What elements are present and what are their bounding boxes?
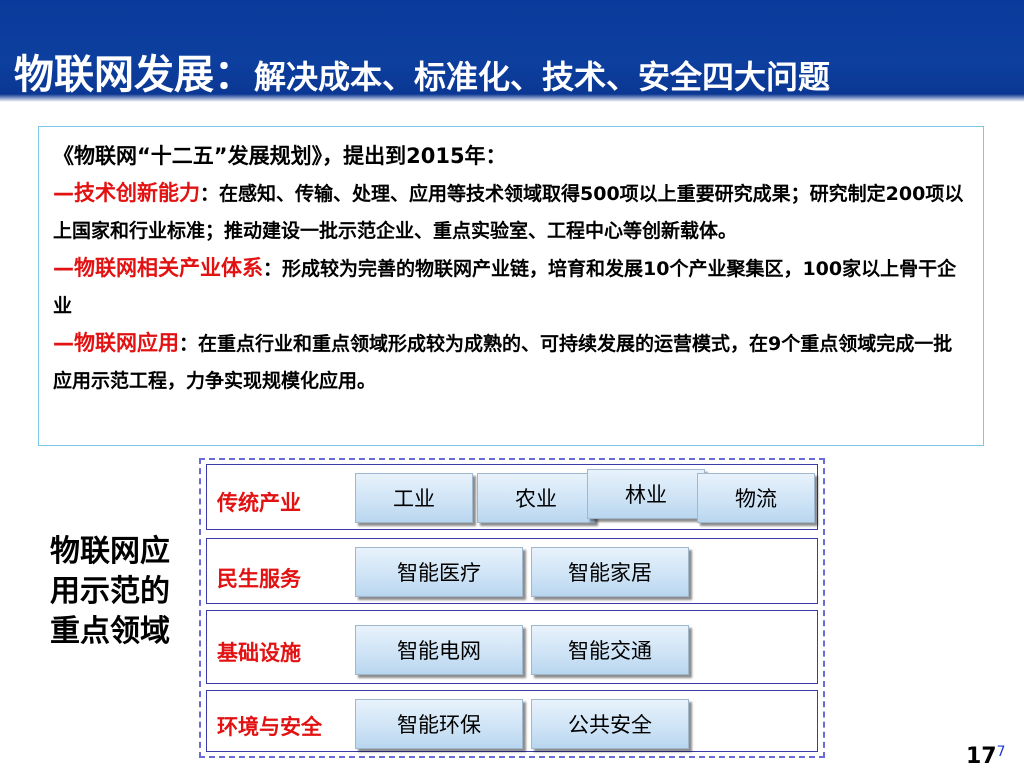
- page-number-sup: 7: [996, 744, 1006, 760]
- button-smart-home[interactable]: 智能家居: [531, 547, 689, 597]
- row-infrastructure: 基础设施 智能电网 智能交通: [206, 610, 818, 684]
- row-label: 民生服务: [217, 567, 301, 591]
- button-public-security[interactable]: 公共安全: [531, 699, 689, 749]
- plan-item-application: —物联网应用：在重点行业和重点领域形成较为成熟的、可持续发展的运营模式，在9个重…: [53, 325, 969, 400]
- plan-textbox: 《物联网“十二五”发展规划》，提出到2015年： —技术创新能力：在感知、传输、…: [38, 126, 984, 446]
- row-environment-security: 环境与安全 智能环保 公共安全: [206, 690, 818, 752]
- plan-item-heading: —物联网相关产业体系: [53, 256, 263, 280]
- page-number-main: 17: [966, 744, 997, 769]
- button-agriculture[interactable]: 农业: [477, 473, 595, 523]
- plan-item-body: ：在重点行业和重点领域形成较为成熟的、可持续发展的运营模式，在9个重点领域完成一…: [53, 333, 953, 392]
- slide-title: 物联网发展：解决成本、标准化、技术、安全四大问题: [14, 42, 830, 100]
- button-smart-medical[interactable]: 智能医疗: [355, 547, 523, 597]
- button-industry[interactable]: 工业: [355, 473, 473, 523]
- plan-item-industry: —物联网相关产业体系：形成较为完善的物联网产业链，培育和发展10个产业聚集区，1…: [53, 250, 969, 325]
- row-label: 传统产业: [217, 491, 301, 515]
- row-livelihood-services: 民生服务 智能医疗 智能家居: [206, 538, 818, 604]
- button-forestry[interactable]: 林业: [587, 469, 705, 519]
- side-label: 物联网应用示范的重点领域: [50, 534, 170, 649]
- button-logistics[interactable]: 物流: [697, 473, 815, 523]
- page-number: 177: [966, 744, 1006, 769]
- title-sub: 解决成本、标准化、技术、安全四大问题: [254, 58, 831, 96]
- plan-item-tech: —技术创新能力：在感知、传输、处理、应用等技术领域取得500项以上重要研究成果；…: [53, 175, 969, 250]
- plan-item-heading: —物联网应用: [53, 331, 179, 355]
- row-label: 基础设施: [217, 641, 301, 665]
- plan-item-heading: —技术创新能力: [53, 181, 200, 205]
- title-main: 物联网发展：: [14, 52, 254, 98]
- button-smart-traffic[interactable]: 智能交通: [531, 625, 689, 675]
- button-smart-grid[interactable]: 智能电网: [355, 625, 523, 675]
- title-bar: 物联网发展：解决成本、标准化、技术、安全四大问题: [0, 0, 1024, 102]
- button-smart-environment[interactable]: 智能环保: [355, 699, 523, 749]
- row-label: 环境与安全: [217, 715, 322, 739]
- row-traditional-industry: 传统产业 工业 农业 林业 物流: [206, 464, 818, 530]
- plan-intro: 《物联网“十二五”发展规划》，提出到2015年：: [53, 144, 507, 168]
- title-bar-shine: [0, 94, 1024, 102]
